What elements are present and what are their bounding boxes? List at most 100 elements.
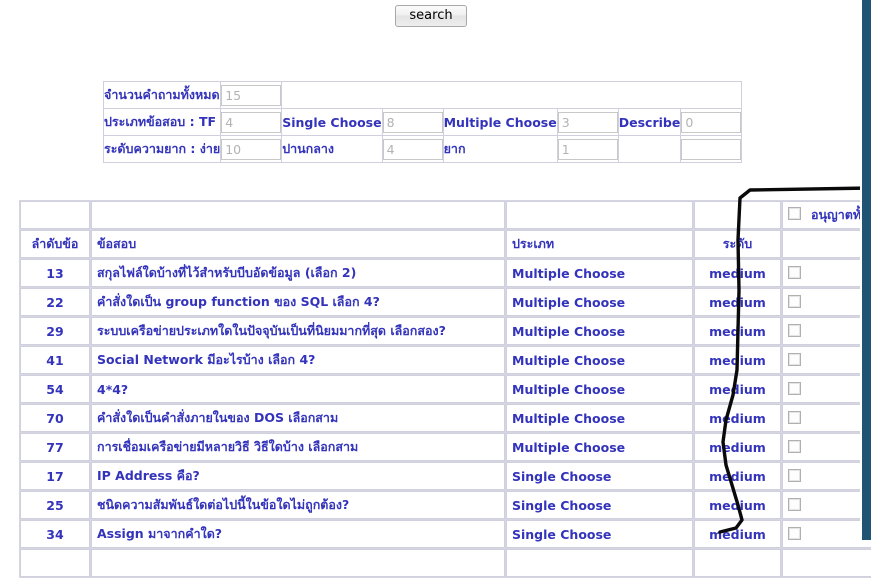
allow-row-checkbox[interactable] (788, 381, 801, 395)
header-top-question (91, 201, 505, 229)
column-header-allow (782, 230, 871, 258)
header-allow-all-cell: อนุญาตทั้งหมด (782, 201, 871, 229)
cell-question-level: medium (694, 317, 781, 345)
cell-partial (694, 549, 781, 577)
allow-row-checkbox[interactable] (788, 352, 801, 366)
summary-table: จำนวนคำถามทั้งหมด 15 ประเภทข้อสอบ : TF 4… (102, 81, 743, 163)
field-total-questions: 15 (220, 81, 283, 109)
cell-question-text: Assign มาจากคำใด? (91, 520, 505, 548)
cell-allow (782, 404, 871, 432)
cell-question-no: 13 (20, 259, 90, 287)
cell-allow (782, 375, 871, 403)
cell-allow (782, 288, 871, 316)
summary-row-levels: ระดับความยาก : ง่าย 10 ปานกลาง 4 ยาก 1 (102, 135, 743, 163)
table-row: 70 คำสั่งใดเป็นคำสั่งภายในของ DOS เลือกสา… (20, 404, 871, 432)
cell-question-text: ระบบเครือข่ายประเภทใดในปัจจุบันเป็นที่นิ… (91, 317, 505, 345)
cell-question-level: medium (694, 346, 781, 374)
field-level-easy: 10 (220, 135, 283, 163)
header-top-no (20, 201, 90, 229)
cell-question-level: medium (694, 375, 781, 403)
table-row-partial (20, 549, 871, 577)
cell-allow (782, 259, 871, 287)
table-row: 17 IP Address คือ? Single Choose medium (20, 462, 871, 490)
cell-partial (782, 549, 871, 577)
column-header-level: ระดับ (694, 230, 781, 258)
cell-question-type: Multiple Choose (506, 259, 693, 287)
input-level-easy[interactable]: 10 (221, 138, 282, 160)
results-header-labels: ลำดับข้อ ข้อสอบ ประเภท ระดับ (20, 230, 871, 258)
results-table: อนุญาตทั้งหมด ลำดับข้อ ข้อสอบ ประเภท ระด… (19, 200, 871, 578)
allow-row-checkbox[interactable] (788, 410, 801, 424)
allow-row-checkbox[interactable] (788, 323, 801, 337)
cell-question-type: Single Choose (506, 491, 693, 519)
summary-spacer-cell (617, 135, 682, 163)
input-level-medium[interactable]: 4 (382, 138, 443, 160)
table-row: 77 การเชื่อมเครือข่ายมีหลายวิธี วิธีใดบ้า… (20, 433, 871, 461)
column-header-no: ลำดับข้อ (20, 230, 90, 258)
input-single-choose[interactable]: 8 (382, 111, 443, 133)
cell-question-type: Single Choose (506, 520, 693, 548)
results-header-top: อนุญาตทั้งหมด (20, 201, 871, 229)
label-level-medium: ปานกลาง (281, 135, 383, 163)
input-type-tf[interactable]: 4 (221, 111, 282, 133)
label-total-questions: จำนวนคำถามทั้งหมด (102, 81, 222, 109)
field-multiple-choose: 3 (556, 108, 619, 136)
allow-row-checkbox[interactable] (788, 265, 801, 279)
table-row: 13 สกุลไฟล์ใดบ้างที่ไว้สำหรับบีบอัดข้อมูล… (20, 259, 871, 287)
cell-allow (782, 317, 871, 345)
cell-question-no: 34 (20, 520, 90, 548)
label-single-choose: Single Choose (281, 108, 383, 136)
input-level-hard[interactable]: 1 (557, 138, 618, 160)
cell-question-level: medium (694, 404, 781, 432)
cell-partial (506, 549, 693, 577)
cell-question-level: medium (694, 433, 781, 461)
cell-question-level: medium (694, 462, 781, 490)
cell-question-text: IP Address คือ? (91, 462, 505, 490)
cell-question-type: Multiple Choose (506, 433, 693, 461)
cell-question-text: 4*4? (91, 375, 505, 403)
field-single-choose: 8 (381, 108, 444, 136)
cell-question-no: 41 (20, 346, 90, 374)
cell-question-level: medium (694, 491, 781, 519)
input-describe[interactable]: 0 (681, 111, 742, 133)
input-total-questions[interactable]: 15 (221, 84, 282, 106)
cell-question-level: medium (694, 520, 781, 548)
summary-empty-field (680, 135, 743, 163)
table-row: 25 ชนิดความสัมพันธ์ใดต่อไปนี้ในข้อใดไม่ถู… (20, 491, 871, 519)
cell-question-no: 70 (20, 404, 90, 432)
summary-row-total: จำนวนคำถามทั้งหมด 15 (102, 81, 743, 109)
allow-row-checkbox[interactable] (788, 497, 801, 511)
cell-question-type: Multiple Choose (506, 346, 693, 374)
summary-blank-cell (281, 81, 743, 109)
allow-row-checkbox[interactable] (788, 526, 801, 540)
cell-partial (91, 549, 505, 577)
summary-row-types: ประเภทข้อสอบ : TF 4 Single Choose 8 Mult… (102, 108, 743, 136)
cell-question-text: คำสั่งใดเป็นคำสั่งภายในของ DOS เลือกสาม (91, 404, 505, 432)
cell-question-text: ชนิดความสัมพันธ์ใดต่อไปนี้ในข้อใดไม่ถูกต… (91, 491, 505, 519)
cell-question-type: Multiple Choose (506, 288, 693, 316)
allow-row-checkbox[interactable] (788, 294, 801, 308)
cell-question-no: 77 (20, 433, 90, 461)
search-toolbar: search (0, 4, 862, 27)
input-empty[interactable] (681, 138, 742, 160)
cell-question-text: คำสั่งใดเป็น group function ของ SQL เลือ… (91, 288, 505, 316)
column-header-question: ข้อสอบ (91, 230, 505, 258)
label-type-tf: ประเภทข้อสอบ : TF (102, 108, 222, 136)
column-header-type: ประเภท (506, 230, 693, 258)
input-multiple-choose[interactable]: 3 (557, 111, 618, 133)
allow-row-checkbox[interactable] (788, 439, 801, 453)
cell-question-type: Multiple Choose (506, 375, 693, 403)
viewport-right-border (862, 0, 871, 540)
cell-allow (782, 520, 871, 548)
cell-allow (782, 491, 871, 519)
cell-allow (782, 433, 871, 461)
field-type-tf: 4 (220, 108, 283, 136)
table-row: 54 4*4? Multiple Choose medium (20, 375, 871, 403)
table-row: 41 Social Network มีอะไรบ้าง เลือก 4? Mult… (20, 346, 871, 374)
allow-row-checkbox[interactable] (788, 468, 801, 482)
search-button[interactable]: search (395, 5, 467, 27)
cell-question-no: 29 (20, 317, 90, 345)
cell-question-no: 17 (20, 462, 90, 490)
label-describe: Describe (617, 108, 682, 136)
allow-all-checkbox[interactable] (788, 207, 801, 220)
